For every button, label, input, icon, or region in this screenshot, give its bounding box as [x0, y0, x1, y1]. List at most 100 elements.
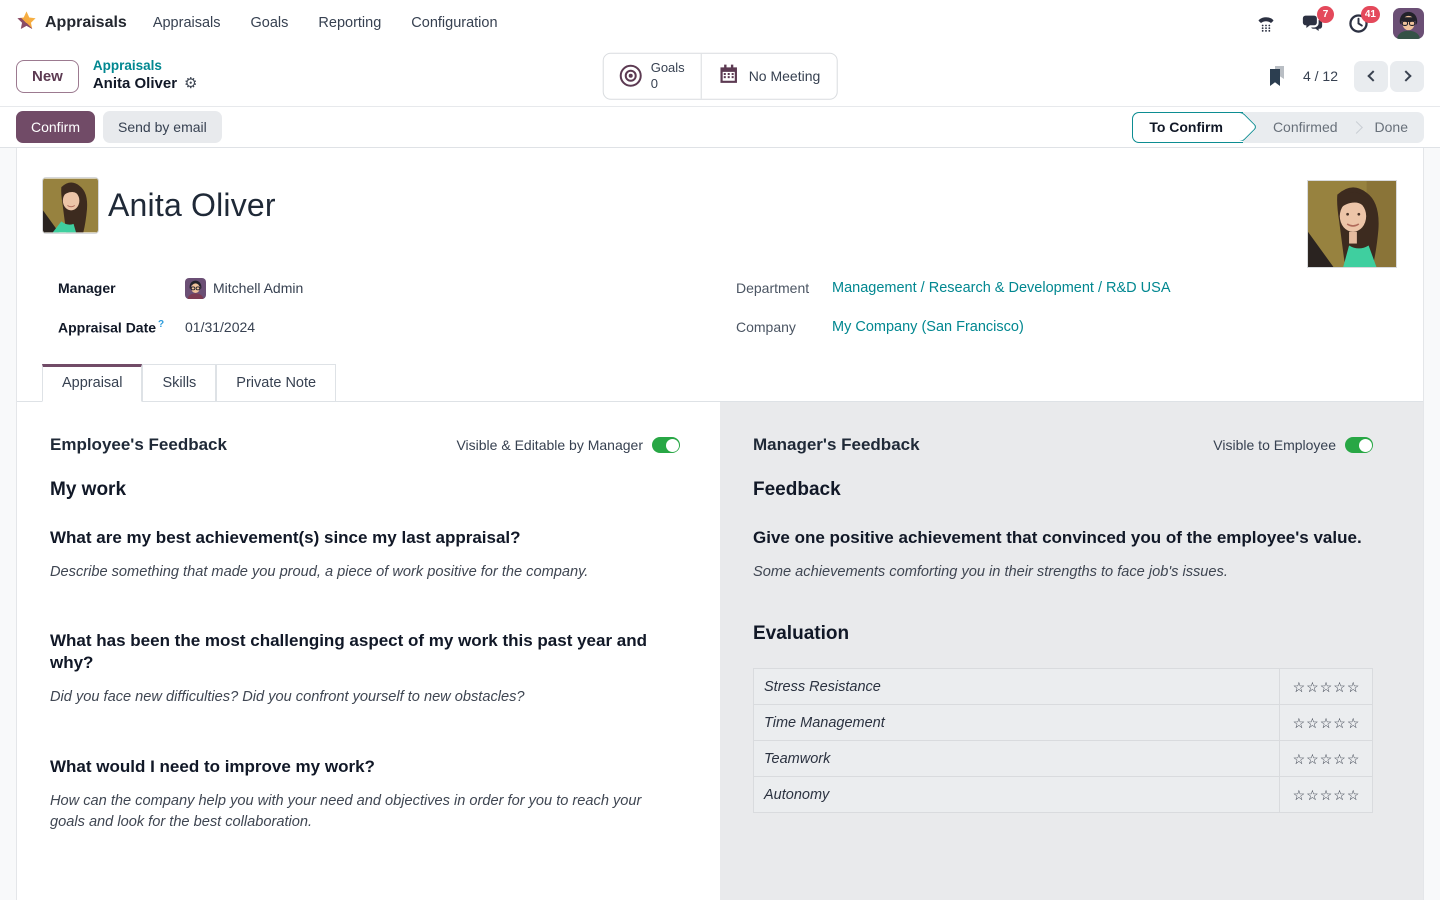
star-icon[interactable]: [1293, 716, 1306, 730]
star-icon[interactable]: [1333, 680, 1346, 694]
manager-avatar: [185, 278, 206, 299]
company-label: Company: [736, 319, 832, 335]
breadcrumb-appraisals-link[interactable]: Appraisals: [93, 58, 198, 75]
help-question-icon: ?: [158, 319, 164, 330]
tab-appraisal[interactable]: Appraisal: [42, 364, 142, 402]
question-block[interactable]: What are my best achievement(s) since my…: [50, 527, 680, 583]
breadcrumb: Appraisals Anita Oliver ⚙: [93, 58, 198, 94]
menu-reporting[interactable]: Reporting: [318, 15, 381, 31]
menu-appraisals[interactable]: Appraisals: [153, 15, 221, 31]
star-icon[interactable]: [1347, 752, 1360, 766]
main-menu: Appraisals Goals Reporting Configuration: [153, 15, 498, 31]
messages-icon[interactable]: 7: [1301, 12, 1323, 34]
star-rating: [1280, 680, 1372, 694]
messages-badge: 7: [1317, 6, 1334, 23]
appraisal-date-label: Appraisal Date?: [58, 319, 185, 336]
evaluation-heading: Evaluation: [753, 623, 1373, 645]
send-by-email-button[interactable]: Send by email: [103, 111, 222, 143]
appraisal-date-value[interactable]: 01/31/2024: [185, 319, 255, 335]
question-block[interactable]: What has been the most challenging aspec…: [50, 630, 680, 708]
question-block[interactable]: Give one positive achievement that convi…: [753, 527, 1373, 583]
tab-private-note[interactable]: Private Note: [216, 364, 336, 402]
top-navbar: Appraisals Appraisals Goals Reporting Co…: [0, 0, 1440, 46]
pager-next-button[interactable]: [1390, 61, 1424, 92]
department-link[interactable]: Management / Research & Development / R&…: [832, 280, 1170, 296]
star-icon[interactable]: [1320, 752, 1333, 766]
evaluation-table: Stress Resistance Time Management Teamwo…: [753, 668, 1373, 813]
question-block[interactable]: What would I need to improve my work? Ho…: [50, 756, 680, 833]
star-icon[interactable]: [1347, 788, 1360, 802]
star-icon[interactable]: [1347, 716, 1360, 730]
star-icon[interactable]: [1320, 716, 1333, 730]
star-icon[interactable]: [1306, 716, 1319, 730]
app-switcher[interactable]: Appraisals: [16, 10, 127, 36]
star-icon[interactable]: [1333, 752, 1346, 766]
systray: 7 41: [1255, 8, 1424, 39]
user-avatar[interactable]: [1393, 8, 1424, 39]
star-icon[interactable]: [1320, 680, 1333, 694]
page-background: Anita Oliver Manager: [0, 148, 1440, 900]
star-icon[interactable]: [1333, 788, 1346, 802]
status-steps: To Confirm Confirmed Done: [1132, 112, 1424, 143]
employee-toggle-label: Visible & Editable by Manager: [456, 437, 643, 453]
new-button[interactable]: New: [16, 60, 79, 93]
employee-visibility-toggle[interactable]: [652, 437, 680, 453]
pager-zone: 4 / 12: [1267, 61, 1424, 92]
bookmark-icon[interactable]: [1267, 65, 1287, 87]
step-to-confirm[interactable]: To Confirm: [1132, 112, 1243, 143]
form-statusbar: Confirm Send by email To Confirm Confirm…: [0, 107, 1440, 148]
activities-clock-icon[interactable]: 41: [1347, 12, 1369, 34]
voip-phone-icon[interactable]: [1255, 12, 1277, 34]
evaluation-row: Time Management: [754, 705, 1372, 741]
employee-name-title[interactable]: Anita Oliver: [108, 187, 276, 224]
star-icon[interactable]: [1347, 680, 1360, 694]
meeting-label: No Meeting: [749, 67, 821, 85]
menu-configuration[interactable]: Configuration: [411, 15, 497, 31]
step-confirmed[interactable]: Confirmed: [1257, 112, 1354, 143]
star-icon[interactable]: [1333, 716, 1346, 730]
department-label: Department: [736, 280, 832, 296]
notebook-tabs: Appraisal Skills Private Note: [17, 363, 1423, 402]
employee-feedback-title: Employee's Feedback: [50, 435, 227, 455]
step-done[interactable]: Done: [1359, 112, 1424, 143]
confirm-button[interactable]: Confirm: [16, 111, 95, 143]
manager-value[interactable]: Mitchell Admin: [185, 278, 303, 299]
star-icon[interactable]: [1306, 788, 1319, 802]
evaluation-row: Stress Resistance: [754, 669, 1372, 705]
company-link[interactable]: My Company (San Francisco): [832, 319, 1024, 335]
manager-visibility-toggle[interactable]: [1345, 437, 1373, 453]
star-icon[interactable]: [1320, 788, 1333, 802]
meeting-button[interactable]: No Meeting: [701, 54, 837, 99]
company-field: Company My Company (San Francisco): [736, 316, 1170, 338]
star-icon[interactable]: [1293, 788, 1306, 802]
record-stat-buttons: Goals 0 No Meeting: [603, 53, 838, 100]
manager-label: Manager: [58, 280, 185, 296]
app-name: Appraisals: [45, 14, 127, 32]
star-icon[interactable]: [1306, 752, 1319, 766]
manager-feedback-panel: Manager's Feedback Visible to Employee F…: [720, 402, 1423, 900]
pager-count: 4 / 12: [1303, 68, 1338, 84]
pager-previous-button[interactable]: [1354, 61, 1388, 92]
feedback-heading: Feedback: [753, 479, 1373, 501]
goals-stat-button[interactable]: Goals 0: [604, 54, 701, 99]
gear-icon[interactable]: ⚙: [184, 75, 197, 94]
menu-goals[interactable]: Goals: [251, 15, 289, 31]
star-icon[interactable]: [1293, 680, 1306, 694]
employee-photo-large[interactable]: [1307, 180, 1397, 268]
form-sheet: Anita Oliver Manager: [16, 148, 1424, 900]
employee-feedback-panel: Employee's Feedback Visible & Editable b…: [17, 402, 720, 900]
star-icon[interactable]: [1306, 680, 1319, 694]
breadcrumb-current: Anita Oliver: [93, 75, 177, 94]
activities-badge: 41: [1361, 6, 1380, 23]
goals-count: 0: [651, 76, 685, 92]
employee-avatar-small[interactable]: [42, 177, 99, 234]
appraisals-app-icon: [16, 10, 37, 36]
tab-skills[interactable]: Skills: [142, 364, 216, 402]
goals-label: Goals: [651, 60, 685, 76]
manager-field: Manager Mitchell Ad: [58, 277, 736, 299]
manager-feedback-title: Manager's Feedback: [753, 435, 920, 455]
control-panel: New Appraisals Anita Oliver ⚙ Goals 0: [0, 46, 1440, 107]
star-icon[interactable]: [1293, 752, 1306, 766]
goals-target-icon: [620, 65, 642, 87]
fields-grid: Manager Mitchell Ad: [17, 277, 1423, 338]
